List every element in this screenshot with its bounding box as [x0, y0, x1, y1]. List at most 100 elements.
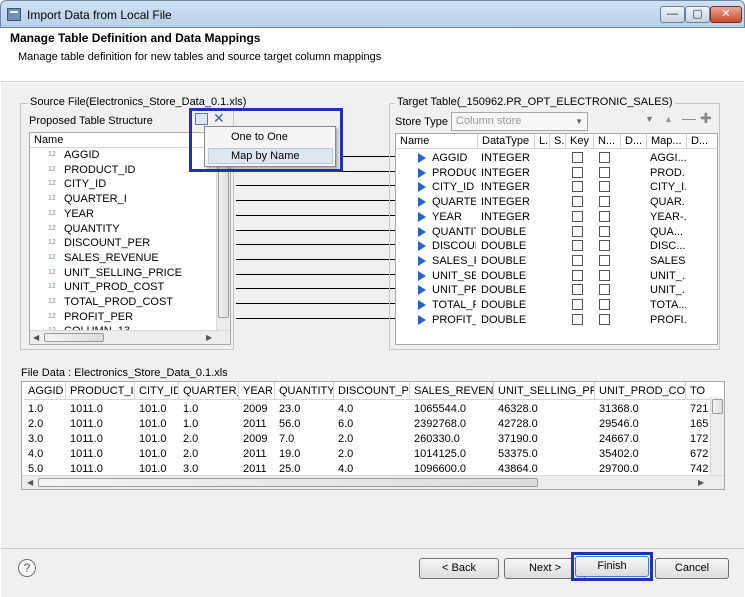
target-row[interactable]: SALES_REV DOUBLE SALES... — [396, 254, 717, 269]
key-checkbox[interactable] — [572, 299, 583, 310]
file-data-column-header[interactable]: AGGID — [24, 382, 66, 400]
target-row-name: CITY_ID — [432, 181, 475, 194]
file-data-column-header[interactable]: YEAR — [239, 382, 275, 400]
file-data-vscrollbar[interactable] — [710, 397, 724, 475]
help-icon[interactable]: ? — [18, 559, 36, 577]
target-column-header[interactable]: Key — [566, 134, 594, 149]
target-row-type: DOUBLE — [481, 269, 527, 282]
menu-item-map-by-name[interactable]: Map by Name — [208, 148, 333, 164]
file-data-column-header[interactable]: CITY_ID — [135, 382, 179, 400]
file-data-column-header[interactable]: UNIT_SELLING_PRICE — [494, 382, 595, 400]
target-column-header[interactable]: DataType — [478, 134, 535, 149]
target-column-header[interactable]: Map... — [647, 134, 687, 149]
nullable-checkbox[interactable] — [599, 240, 610, 252]
target-row[interactable]: UNIT_SELL DOUBLE UNIT_... — [396, 269, 717, 284]
file-data-row[interactable]: 4.0 1011.0 101.0 2.0 2011 19.0 2.0 1014125.0 533… — [22, 447, 724, 462]
key-checkbox[interactable] — [572, 240, 583, 252]
mapped-arrow-icon — [418, 270, 426, 281]
back-button[interactable]: < Back — [419, 558, 499, 579]
nullable-checkbox[interactable] — [599, 181, 610, 193]
key-checkbox[interactable] — [572, 225, 583, 237]
target-column-header[interactable]: N... — [594, 134, 621, 149]
minimize-button[interactable]: — — [660, 6, 685, 23]
file-data-column-header[interactable]: UNIT_PROD_COST — [595, 382, 686, 400]
source-row[interactable]: 12 QUANTITY — [30, 222, 230, 237]
key-checkbox[interactable] — [572, 152, 583, 163]
target-row[interactable]: UNIT_PROD DOUBLE UNIT_... — [396, 283, 717, 298]
source-vscrollbar[interactable] — [216, 148, 230, 330]
clear-mapping-icon[interactable]: ✕ — [213, 110, 225, 127]
file-data-column-header[interactable]: DISCOUNT_PER — [334, 382, 410, 400]
cancel-button[interactable]: Cancel — [655, 558, 729, 579]
nullable-checkbox[interactable] — [599, 225, 610, 237]
file-data-row[interactable]: 2.0 1011.0 101.0 1.0 2011 56.0 6.0 2392768.0 427… — [22, 417, 724, 432]
add-column-icon[interactable]: ✚ — [700, 110, 712, 127]
key-checkbox[interactable] — [572, 313, 583, 325]
source-row[interactable]: 12 QUARTER_I — [30, 192, 230, 207]
file-data-hscrollbar[interactable]: ◀ ▶ — [22, 475, 724, 489]
nullable-checkbox[interactable] — [599, 254, 610, 266]
target-column-header[interactable]: S. — [550, 134, 566, 149]
map-icon[interactable] — [195, 113, 208, 125]
nullable-checkbox[interactable] — [599, 299, 610, 310]
source-row[interactable]: 12 TOTAL_PROD_COST — [30, 295, 230, 310]
mapped-arrow-icon — [418, 300, 426, 310]
move-up-icon[interactable]: ▲ — [664, 114, 673, 124]
file-data-column-header[interactable]: QUARTER_I — [179, 382, 239, 400]
target-row[interactable]: PROFIT_PI DOUBLE PROFI... — [396, 313, 717, 328]
key-checkbox[interactable] — [572, 284, 583, 296]
source-row[interactable]: 12 UNIT_SELLING_PRICE — [30, 266, 230, 281]
target-row[interactable]: QUANTITY DOUBLE QUA... — [396, 225, 717, 240]
target-column-header[interactable]: Name — [396, 134, 478, 149]
target-row[interactable]: DISCOUNT DOUBLE DISC... — [396, 239, 717, 254]
nullable-checkbox[interactable] — [599, 196, 610, 208]
finish-button[interactable]: Finish — [575, 556, 649, 577]
nullable-checkbox[interactable] — [599, 313, 610, 325]
close-window-button[interactable]: ✕ — [710, 6, 742, 23]
key-checkbox[interactable] — [572, 181, 583, 193]
file-data-column-header[interactable]: QUANTITY — [275, 382, 334, 400]
source-hscrollbar[interactable]: ◀ ▶ — [30, 330, 230, 344]
window-titlebar: Import Data from Local File — ▢ ✕ — [0, 0, 745, 28]
nullable-checkbox[interactable] — [599, 166, 610, 178]
store-type-select[interactable]: Column store ▼ — [451, 112, 588, 131]
remove-column-icon[interactable]: — — [682, 110, 696, 126]
file-data-row[interactable]: 1.0 1011.0 101.0 1.0 2009 23.0 4.0 1065544.0 463… — [22, 402, 724, 417]
target-row[interactable]: CITY_ID INTEGER CITY_I... — [396, 180, 717, 195]
key-checkbox[interactable] — [572, 269, 583, 281]
target-column-header[interactable]: D... — [621, 134, 647, 149]
target-column-header[interactable]: D... — [687, 134, 717, 149]
target-row[interactable]: TOTAL_PI DOUBLE TOTA... — [396, 298, 717, 313]
file-data-column-header[interactable]: PRODUCT_ID — [66, 382, 135, 400]
nullable-checkbox[interactable] — [599, 284, 610, 296]
key-checkbox[interactable] — [572, 210, 583, 222]
file-data-row[interactable]: 3.0 1011.0 101.0 2.0 2009 7.0 2.0 260330.0 37190… — [22, 432, 724, 447]
move-down-icon[interactable]: ▼ — [645, 114, 654, 124]
menu-item-one-to-one[interactable]: One to One — [231, 131, 288, 143]
file-data-cell: 56.0 — [279, 418, 301, 430]
key-checkbox[interactable] — [572, 166, 583, 178]
source-row[interactable]: 12 CITY_ID — [30, 177, 230, 192]
target-row[interactable]: YEAR INTEGER YEAR-... — [396, 210, 717, 225]
maximize-button[interactable]: ▢ — [685, 6, 710, 23]
file-data-column-header[interactable]: SALES_REVENUE — [410, 382, 494, 400]
target-table[interactable]: Name DataType L. S. Key N... D... Map... D... AG… — [395, 133, 718, 345]
nullable-checkbox[interactable] — [599, 210, 610, 222]
source-row[interactable]: 12 PROFIT_PER — [30, 310, 230, 325]
file-data-table[interactable]: AGGIDPRODUCT_IDCITY_IDQUARTER_IYEARQUANT… — [21, 381, 725, 490]
key-checkbox[interactable] — [572, 196, 583, 208]
source-row[interactable]: 12 DISCOUNT_PER — [30, 236, 230, 251]
key-checkbox[interactable] — [572, 254, 583, 266]
target-row[interactable]: PRODUCT INTEGER PROD... — [396, 166, 717, 181]
mapped-arrow-icon — [418, 226, 426, 237]
nullable-checkbox[interactable] — [599, 269, 610, 281]
source-row-name: QUARTER_I — [64, 193, 127, 206]
source-row[interactable]: 12 UNIT_PROD_COST — [30, 280, 230, 295]
source-row[interactable]: 12 YEAR — [30, 207, 230, 222]
type-badge-icon: 12 — [48, 165, 56, 173]
nullable-checkbox[interactable] — [599, 152, 610, 163]
target-column-header[interactable]: L. — [535, 134, 550, 149]
target-row[interactable]: AGGID INTEGER AGGI... — [396, 151, 717, 166]
target-row[interactable]: QUARTER_ INTEGER QUAR... — [396, 195, 717, 210]
source-row[interactable]: 12 SALES_REVENUE — [30, 251, 230, 266]
